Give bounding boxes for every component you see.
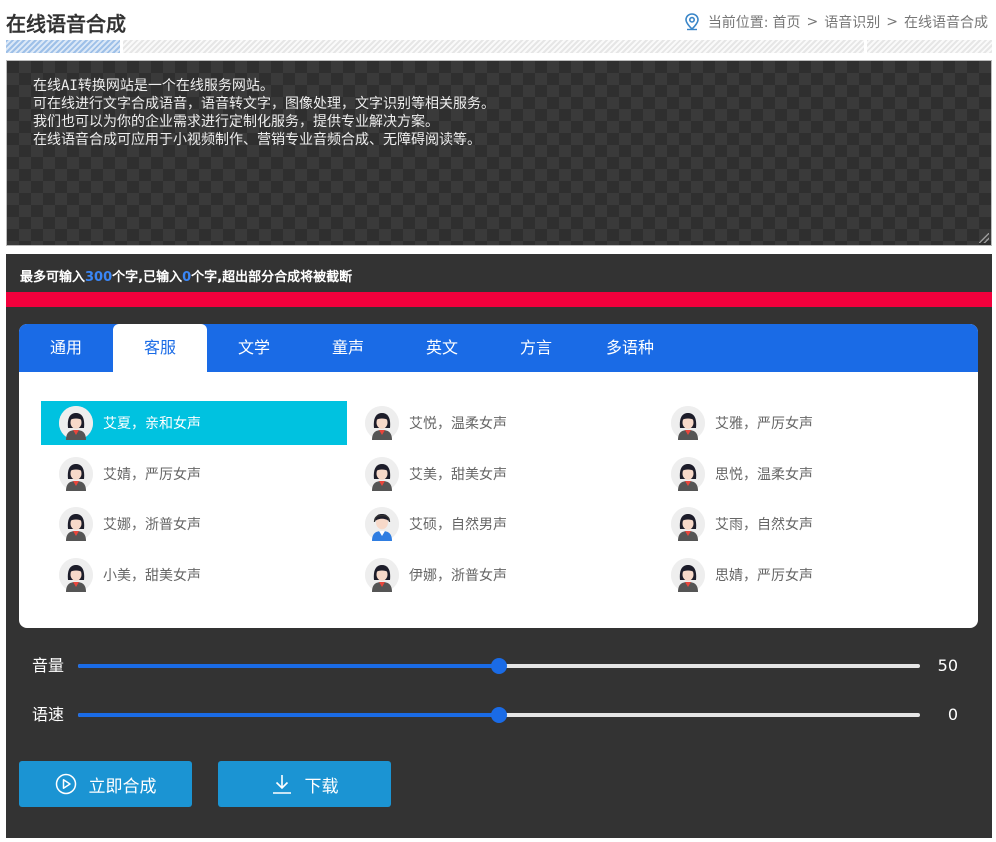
title-underline-stripe [6,40,992,53]
voice-option-label: 伊娜，浙普女声 [409,567,507,584]
page-title: 在线语音合成 [6,12,126,36]
synthesize-button-label: 立即合成 [88,776,157,797]
female-avatar-icon [59,507,93,541]
char-info-text: 个字,已输入 [112,270,183,285]
voice-option[interactable]: 小美，甜美女声 [41,553,347,597]
title-underline-accent [6,40,120,53]
voice-option[interactable]: 艾婧，严厉女声 [41,452,347,496]
female-avatar-icon [59,406,93,440]
synthesis-panel: 最多可输入300个字,已输入0个字,超出部分合成将被截断 通用 客服 文学 童声… [6,254,992,838]
tab-customer-service[interactable]: 客服 [113,324,207,372]
voice-option-label: 思悦，温柔女声 [715,466,813,483]
female-avatar-icon [671,507,705,541]
female-avatar-icon [365,557,399,592]
voice-option-label: 艾雅，严厉女声 [715,416,813,432]
voice-option[interactable]: 艾娜，浙普女声 [41,502,347,546]
voice-option[interactable]: 伊娜，浙普女声 [347,553,653,597]
voice-selector: 通用 客服 文学 童声 英文 方言 多语种 艾夏，亲和女声 艾悦，温柔女声 艾雅，严… [19,324,978,628]
tab-english[interactable]: 英文 [395,324,489,372]
breadcrumb-current: 在线语音合成 [904,15,988,31]
tab-literature[interactable]: 文学 [207,324,301,372]
breadcrumb-home-link[interactable]: 首页 [773,12,801,32]
voice-option[interactable]: 艾硕，自然男声 [347,502,653,546]
download-icon [271,773,293,795]
synthesize-button[interactable]: 立即合成 [19,761,192,807]
text-input-container: 在线AI转换网站是一个在线服务网站。 可在线进行文字合成语音，语音转文字，图像处… [6,60,992,246]
voice-option-label: 艾美，甜美女声 [409,466,507,483]
alert-bar [6,292,992,307]
male-avatar-icon [365,507,399,541]
volume-slider[interactable] [78,658,920,674]
text-input[interactable]: 在线AI转换网站是一个在线服务网站。 可在线进行文字合成语音，语音转文字，图像处… [7,61,991,245]
female-avatar-icon [59,557,93,592]
voice-option-label: 思婧，严厉女声 [715,567,813,584]
voice-option-label: 艾婧，严厉女声 [103,466,201,483]
female-avatar-icon [365,456,399,491]
female-avatar-icon [671,456,705,491]
volume-label: 音量 [32,656,65,675]
char-current-count: 0 [182,270,192,285]
tab-dialect[interactable]: 方言 [489,324,583,372]
voice-option-label: 艾娜，浙普女声 [103,517,201,533]
breadcrumb-separator: > [806,14,819,30]
volume-slider-fill [78,664,499,668]
speed-slider-fill [78,713,499,717]
female-avatar-icon [671,557,705,592]
tab-child-voice[interactable]: 童声 [301,324,395,372]
voice-option-label: 艾硕，自然男声 [409,517,507,533]
volume-slider-thumb[interactable] [491,658,507,674]
download-button[interactable]: 下载 [218,761,391,807]
tab-multilingual[interactable]: 多语种 [583,324,677,372]
voice-option-label: 艾悦，温柔女声 [409,416,507,432]
breadcrumb-prefix: 当前位置: [707,15,769,31]
breadcrumb: 当前位置: 首页 > 语音识别 > 在线语音合成 [684,12,988,32]
download-button-label: 下载 [304,776,339,797]
voice-option[interactable]: 艾雨，自然女声 [653,502,959,546]
stripe-gap [120,40,123,53]
voice-option[interactable]: 艾悦，温柔女声 [347,401,653,445]
voice-option-label: 艾夏，亲和女声 [103,416,201,432]
speed-value: 0 [947,705,958,724]
stripe-gap [864,40,867,53]
char-info-text: 个字,超出部分合成将被截断 [191,270,353,285]
char-limit-info: 最多可输入300个字,已输入0个字,超出部分合成将被截断 [20,266,352,285]
voice-option[interactable]: 艾美，甜美女声 [347,452,653,496]
female-avatar-icon [671,406,705,440]
breadcrumb-speech-recognition-link[interactable]: 语音识别 [824,12,880,32]
speed-slider[interactable] [78,707,920,723]
voice-category-tabs: 通用 客服 文学 童声 英文 方言 多语种 [19,324,978,372]
speed-slider-thumb[interactable] [491,707,507,723]
voice-option[interactable]: 艾雅，严厉女声 [653,401,959,445]
voice-option[interactable]: 思婧，严厉女声 [653,553,959,597]
female-avatar-icon [59,456,93,491]
location-pin-icon [684,13,700,31]
tab-general[interactable]: 通用 [19,324,113,372]
female-avatar-icon [365,406,399,440]
volume-value: 50 [937,656,958,675]
voice-list: 艾夏，亲和女声 艾悦，温柔女声 艾雅，严厉女声艾婧，严厉女声 艾美，甜美女声 思悦，温柔… [41,401,961,603]
speed-label: 语速 [32,705,65,724]
speed-slider-row: 语速 0 [32,703,982,727]
play-circle-icon [55,773,77,795]
voice-option-label: 小美，甜美女声 [103,567,201,584]
voice-option-label: 艾雨，自然女声 [715,517,813,533]
voice-option[interactable]: 艾夏，亲和女声 [41,401,347,445]
char-info-text: 最多可输入 [20,270,86,285]
char-max-count: 300 [85,270,113,285]
voice-option[interactable]: 思悦，温柔女声 [653,452,959,496]
volume-slider-row: 音量 50 [32,654,982,678]
breadcrumb-separator: > [886,14,898,30]
resize-handle-icon[interactable] [979,233,989,243]
